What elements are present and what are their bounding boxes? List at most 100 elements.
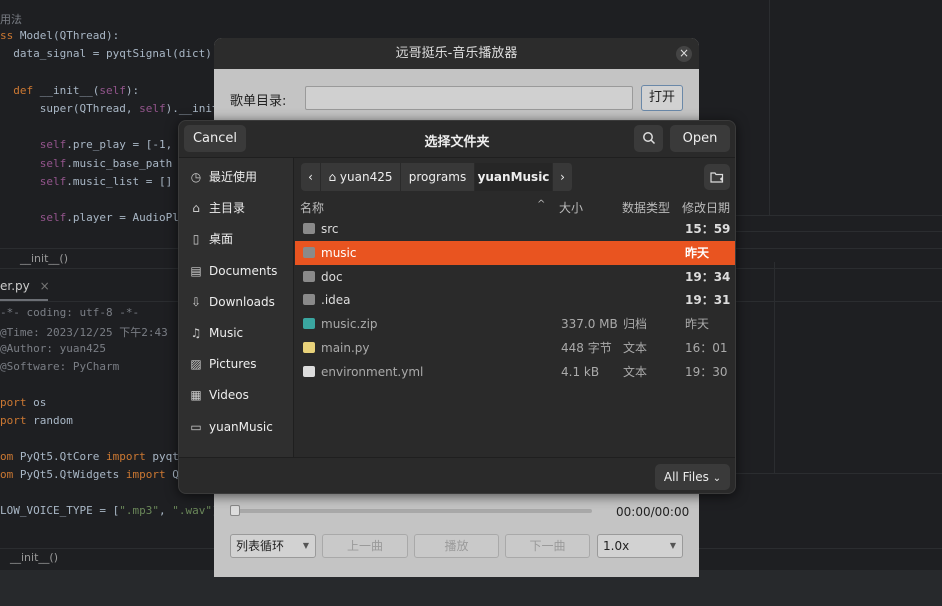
file-size: 337.0 MB [561, 317, 618, 332]
column-name[interactable]: 名称 [300, 199, 324, 216]
sidebar-item-downloads[interactable]: ⇩ Downloads [189, 290, 275, 314]
sort-ascending-icon[interactable]: ^ [537, 199, 545, 210]
code-line: self.pre_play = [-1, 0 [39, 138, 186, 152]
sidebar-item-label: 最近使用 [209, 170, 258, 184]
play-button[interactable]: 播放 [414, 534, 499, 558]
file-type: 文本 [623, 364, 648, 379]
archive-icon [303, 318, 315, 330]
new-folder-button[interactable] [704, 164, 730, 190]
tab-close-icon[interactable]: × [40, 279, 50, 293]
file-row[interactable]: music 昨天 [295, 240, 735, 265]
places-sidebar: ◷ 最近使用 ⌂ 主目录 ▯ 桌面 ▤ Documents ⇩ Downloads ♫ Music ▨ P… [179, 158, 294, 457]
text-icon [303, 365, 315, 377]
file-modified: 15：59 [685, 222, 731, 236]
sidebar-item-videos[interactable]: ▦ Videos [189, 383, 249, 407]
code-line: 用法 [0, 13, 22, 26]
code-line: self.music_list = [] [39, 174, 173, 188]
sidebar-item-pictures[interactable]: ▨ Pictures [189, 352, 257, 376]
column-modified[interactable]: 修改日期 [682, 199, 730, 216]
code-line: @Software: PyCharm [0, 360, 120, 373]
music-icon: ♫ [190, 326, 202, 340]
player-titlebar: 远哥挺乐-音乐播放器 × [214, 38, 699, 69]
sidebar-item-主目录[interactable]: ⌂ 主目录 [189, 196, 245, 220]
folder-icon [303, 270, 315, 282]
speed-select[interactable]: 1.0x ▼ [597, 534, 683, 558]
close-icon[interactable]: × [676, 46, 692, 62]
pictures-icon: ▨ [190, 357, 202, 372]
back-button[interactable]: ‹ [301, 163, 321, 191]
chevron-right-icon: › [560, 170, 565, 184]
progress-slider[interactable] [230, 505, 592, 516]
sidebar-item-label: Documents [209, 263, 278, 278]
path-programs[interactable]: programs [401, 163, 475, 191]
code-line: -*- coding: utf-8 -*- [0, 306, 140, 319]
editor-tab[interactable]: er.py × [0, 279, 50, 293]
sidebar-item-label: Pictures [209, 357, 257, 372]
play-mode-select[interactable]: 列表循环 ▼ [230, 534, 316, 558]
code-line: data_signal = pyqtSignal(dict) [0, 47, 212, 61]
code-line: ss Model(QThread): [0, 29, 120, 43]
code-line: @Author: yuan425 [0, 342, 106, 355]
documents-icon: ▤ [190, 263, 202, 278]
sidebar-item-label: yuanMusic [209, 419, 273, 434]
file-name: environment.yml [321, 364, 424, 379]
sidebar-item-桌面[interactable]: ▯ 桌面 [189, 227, 233, 251]
forward-button[interactable]: › [553, 163, 573, 191]
file-row[interactable]: doc 19：34 [295, 265, 735, 289]
folder-icon: ▭ [190, 419, 202, 434]
breadcrumb-top[interactable]: __init__() [20, 252, 68, 265]
open-button[interactable]: 打开 [641, 85, 683, 111]
open-button[interactable]: Open [670, 125, 730, 152]
sidebar-item-documents[interactable]: ▤ Documents [189, 259, 277, 283]
file-type: 归档 [623, 317, 648, 332]
file-modified: 19：31 [685, 293, 731, 308]
sidebar-item-label: 桌面 [209, 232, 234, 247]
code-line: om PyQt5.QtCore import pyqt [0, 450, 179, 463]
time-display: 00:00/00:00 [616, 505, 690, 519]
file-filter-select[interactable]: All Files ⌄ [655, 464, 730, 490]
file-name: music [321, 245, 357, 260]
player-title: 远哥挺乐-音乐播放器 [395, 46, 518, 61]
sidebar-item-music[interactable]: ♫ Music [189, 321, 244, 345]
file-modified: 昨天 [685, 245, 710, 260]
file-type: 文本 [623, 341, 648, 355]
file-name: main.py [321, 341, 370, 355]
search-button[interactable] [634, 125, 663, 152]
search-icon [642, 132, 655, 145]
code-line: port os [0, 396, 47, 409]
file-row[interactable]: src 15：59 [295, 217, 735, 241]
file-row[interactable]: .idea 19：31 [295, 288, 735, 312]
file-modified: 16：01 [685, 341, 728, 355]
folder-chooser-dialog: Cancel 选择文件夹 Open ◷ 最近使用 ⌂ 主目录 ▯ 桌面 ▤ Documents… [178, 120, 736, 494]
dropdown-arrow-icon: ▼ [302, 541, 309, 550]
home-icon: ⌂ [192, 201, 200, 216]
dropdown-arrow-icon: ▼ [669, 541, 676, 550]
sidebar-item-label: 主目录 [209, 201, 246, 216]
play-mode-value: 列表循环 [236, 539, 285, 553]
path-yuanmusic[interactable]: yuanMusic [475, 163, 553, 191]
file-row[interactable]: main.py 448 字节 文本 16：01 [295, 336, 735, 360]
column-type[interactable]: 数据类型 [622, 199, 670, 216]
code-line: @Time: 2023/12/25 下午2:43 [0, 326, 168, 339]
file-size: 4.1 kB [561, 364, 600, 379]
sidebar-item-最近使用[interactable]: ◷ 最近使用 [189, 165, 257, 189]
code-line: self.music_base_path = [39, 156, 186, 170]
chevron-left-icon: ‹ [308, 170, 313, 184]
clock-icon: ◷ [190, 170, 202, 184]
column-size[interactable]: 大小 [559, 199, 583, 216]
file-name: music.zip [321, 317, 378, 332]
slider-handle[interactable] [230, 505, 240, 516]
file-row[interactable]: environment.yml 4.1 kB 文本 19：30 [295, 360, 735, 384]
code-line: super(QThread, self).__init [0, 102, 219, 115]
path-yuan425[interactable]: ⌂ yuan425 [321, 163, 401, 191]
sidebar-item-yuanmusic[interactable]: ▭ yuanMusic [189, 415, 273, 439]
file-row[interactable]: music.zip 337.0 MB 归档 昨天 [295, 312, 735, 336]
breadcrumb-bottom[interactable]: __init__() [10, 551, 58, 564]
next-button[interactable]: 下一曲 [505, 534, 590, 558]
folder-icon [303, 223, 315, 234]
prev-button[interactable]: 上一曲 [322, 534, 408, 558]
sidebar-item-label: Music [209, 326, 244, 340]
path-label: yuan425 [339, 170, 393, 184]
playlist-input[interactable] [305, 86, 633, 110]
file-modified: 19：34 [685, 269, 731, 284]
